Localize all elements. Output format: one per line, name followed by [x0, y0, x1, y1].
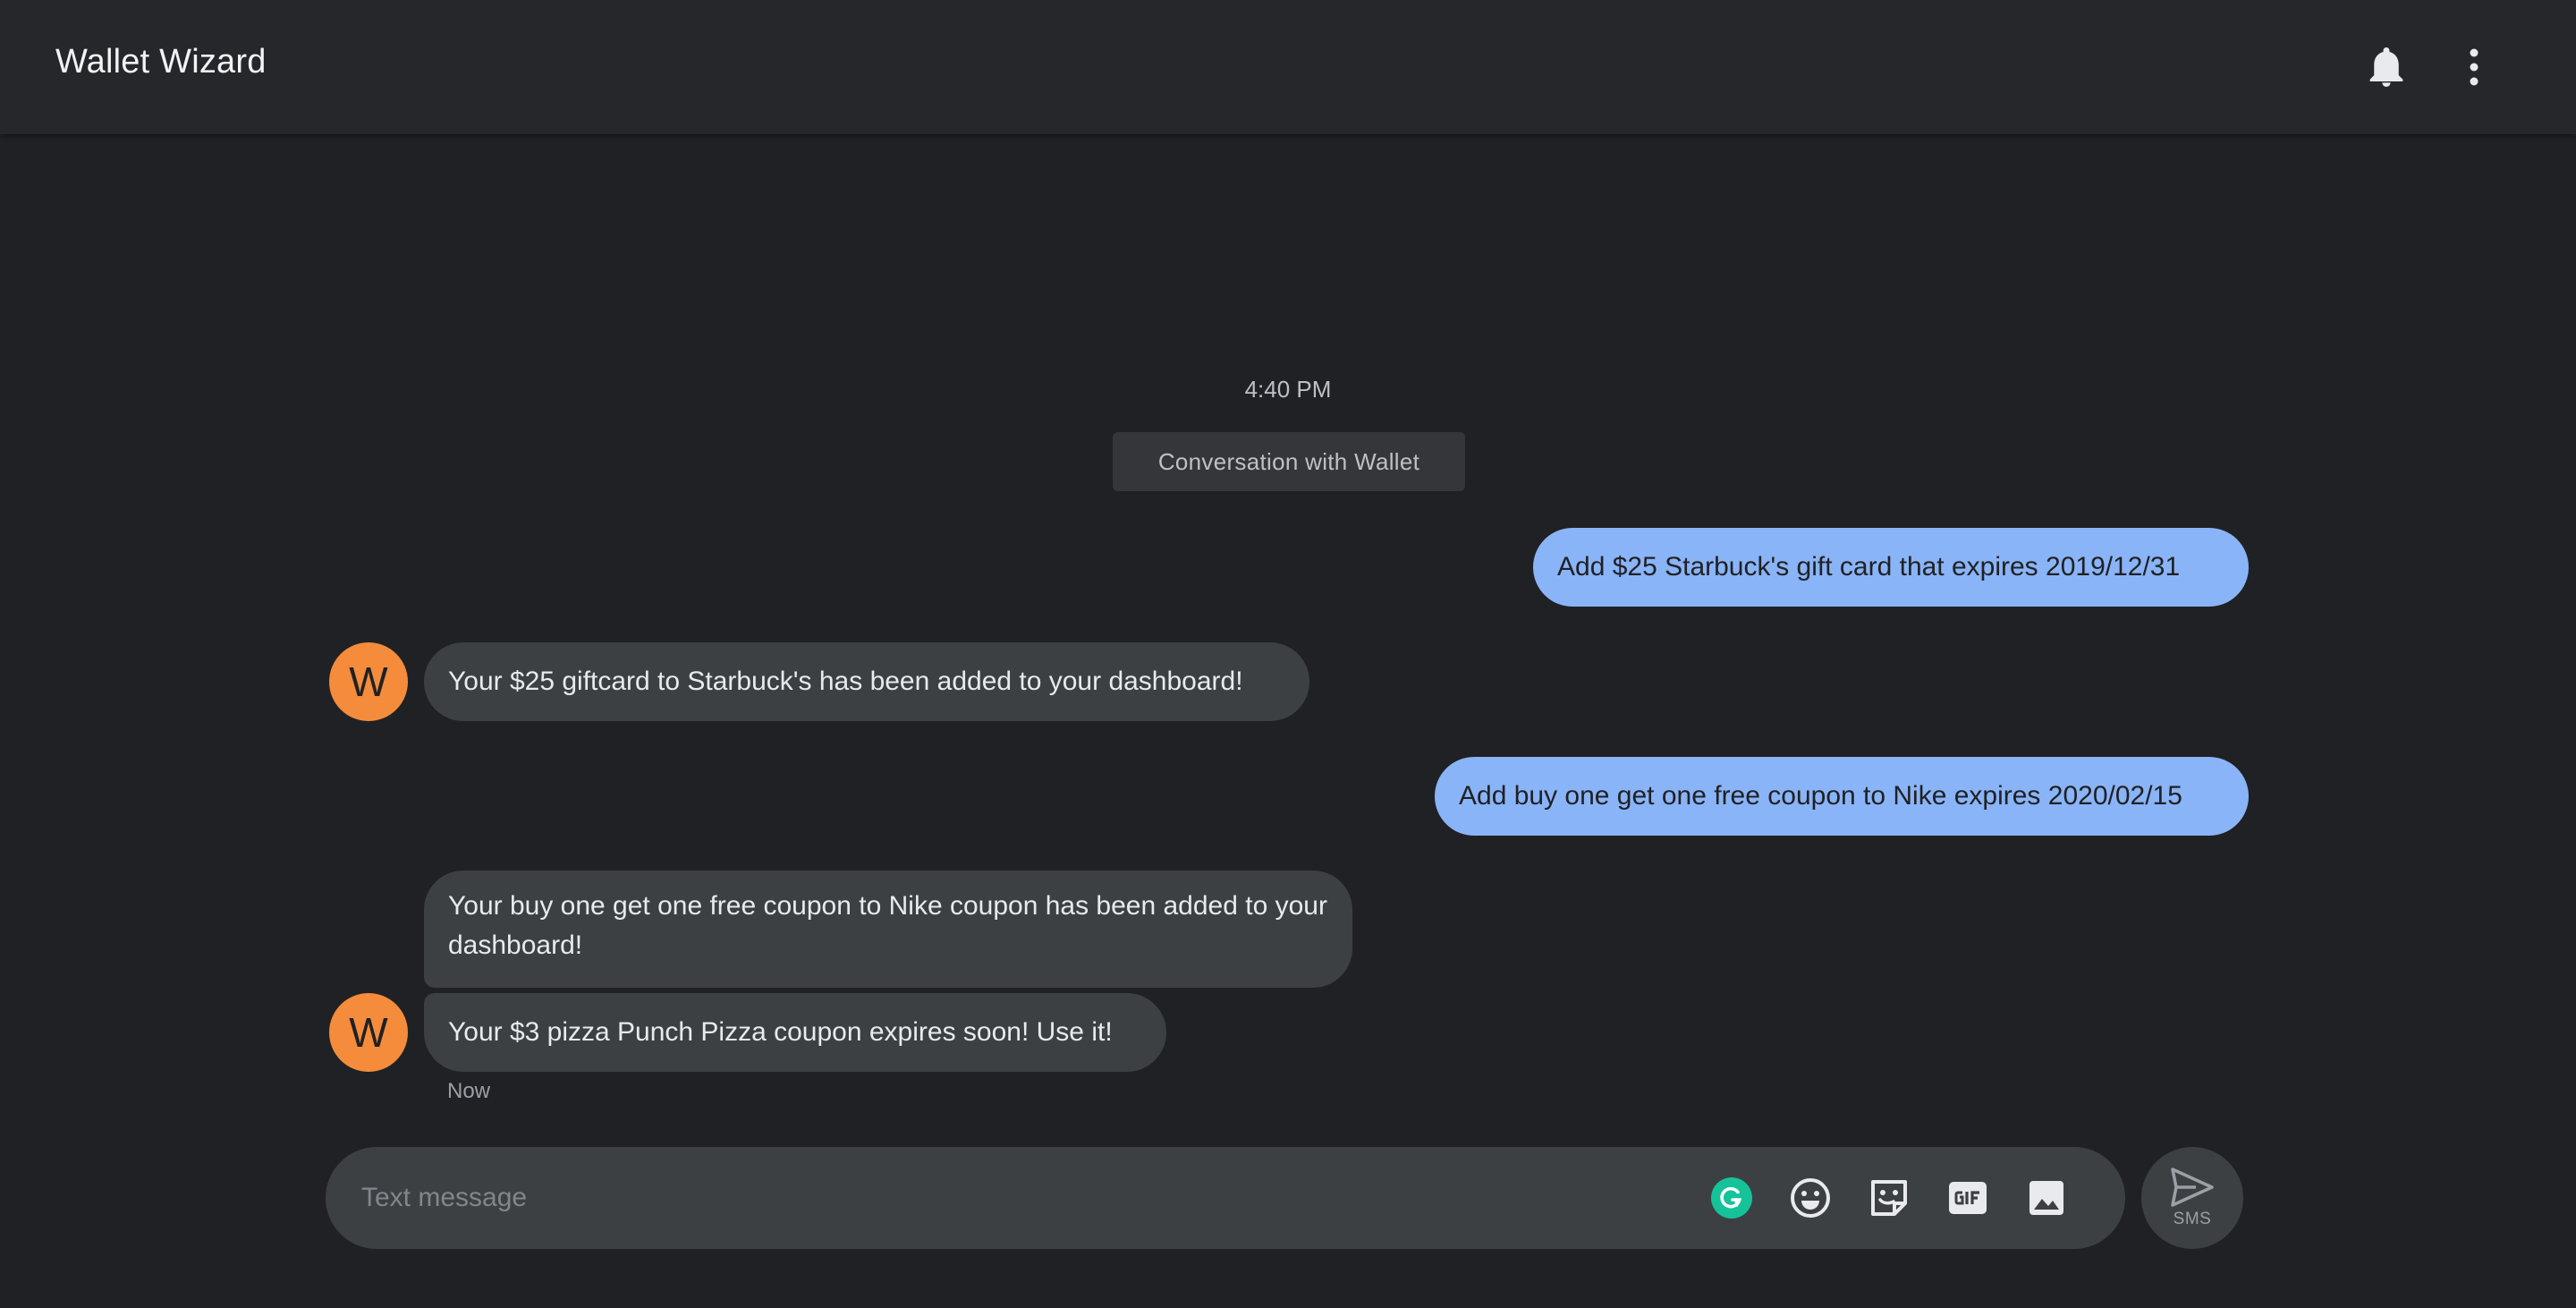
emoji-icon[interactable]: [1786, 1174, 1835, 1222]
conversation-info-chip: Conversation with Wallet: [1113, 432, 1465, 491]
incoming-message[interactable]: Your $25 giftcard to Starbuck's has been…: [424, 642, 1309, 721]
compose-bar: [326, 1147, 2125, 1249]
sticker-icon[interactable]: [1865, 1174, 1913, 1222]
sender-avatar[interactable]: W: [329, 993, 408, 1072]
message-status: Now: [447, 1079, 491, 1103]
gif-icon[interactable]: [1944, 1174, 1992, 1222]
grammarly-icon[interactable]: [1707, 1174, 1756, 1222]
bell-icon[interactable]: [2360, 40, 2413, 94]
more-options-icon[interactable]: [2447, 40, 2501, 94]
app-header: Wallet Wizard: [0, 0, 2576, 134]
conversation-timestamp: 4:40 PM: [1244, 376, 1332, 403]
sender-avatar[interactable]: W: [329, 642, 408, 721]
outgoing-message[interactable]: Add $25 Starbuck's gift card that expire…: [1533, 528, 2249, 607]
app-title: Wallet Wizard: [55, 43, 267, 81]
image-icon[interactable]: [2022, 1174, 2071, 1222]
outgoing-message[interactable]: Add buy one get one free coupon to Nike …: [1435, 757, 2249, 836]
send-sms-button[interactable]: SMS: [2141, 1147, 2243, 1249]
incoming-message[interactable]: Your $3 pizza Punch Pizza coupon expires…: [424, 993, 1166, 1072]
message-input[interactable]: [361, 1174, 1614, 1222]
incoming-message[interactable]: Your buy one get one free coupon to Nike…: [424, 871, 1352, 988]
send-icon: [2171, 1168, 2214, 1207]
send-button-label: SMS: [2173, 1210, 2212, 1228]
messages-app: Wallet Wizard 4:40 PM Conversation with …: [0, 0, 2576, 1308]
